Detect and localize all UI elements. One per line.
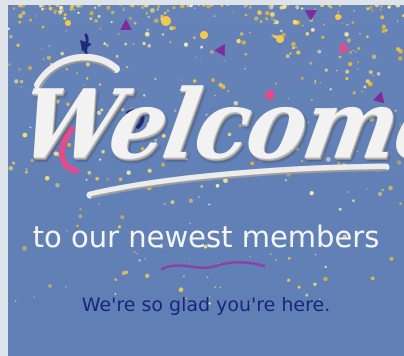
tagline: We're so glad you're here. xyxy=(81,294,331,316)
welcome-card: Welcome to our newest members We're so g… xyxy=(8,5,404,356)
headline: Welcome xyxy=(12,68,404,181)
headline-group: Welcome xyxy=(12,45,404,215)
page-frame: Welcome to our newest members We're so g… xyxy=(0,0,404,356)
subtitle: to our newest members xyxy=(32,220,380,254)
wave-divider-icon xyxy=(160,261,266,271)
